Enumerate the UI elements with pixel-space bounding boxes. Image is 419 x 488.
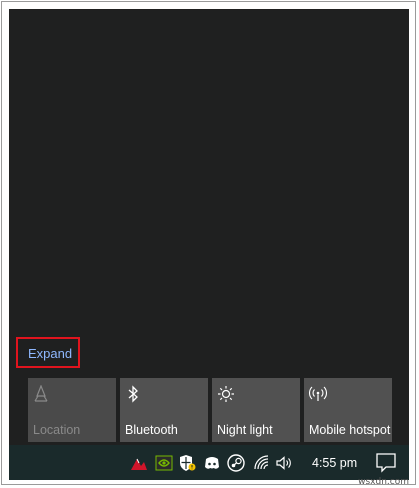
brightness-icon [217, 385, 234, 403]
tile-label: Night light [217, 423, 273, 437]
volume-icon[interactable] [275, 454, 293, 472]
taskbar: 4:55 pm [9, 445, 409, 480]
expand-link[interactable]: Expand [28, 346, 72, 361]
quick-action-night-light[interactable]: Night light [212, 378, 300, 442]
tile-label: Location [33, 423, 81, 437]
steam-icon[interactable] [227, 454, 245, 472]
location-icon [33, 384, 49, 403]
tile-label: Bluetooth [125, 423, 178, 437]
discord-icon[interactable] [203, 454, 221, 472]
quick-action-mobile-hotspot[interactable]: Mobile hotspot [304, 378, 392, 442]
watermark: wsxdn.com [358, 477, 409, 487]
taskbar-clock[interactable]: 4:55 pm [312, 456, 357, 470]
tile-label: Mobile hotspot [309, 423, 391, 437]
quick-action-bluetooth[interactable]: Bluetooth [120, 378, 208, 442]
nvidia-icon[interactable] [155, 454, 173, 472]
eset-icon[interactable] [130, 454, 148, 472]
wifi-icon[interactable] [253, 454, 271, 472]
hotspot-icon [308, 385, 328, 403]
quick-action-location[interactable]: Location [28, 378, 116, 442]
windows-security-icon[interactable] [178, 454, 196, 472]
action-center-button[interactable] [364, 445, 409, 480]
notification-icon [376, 453, 396, 473]
bluetooth-icon [125, 385, 141, 403]
